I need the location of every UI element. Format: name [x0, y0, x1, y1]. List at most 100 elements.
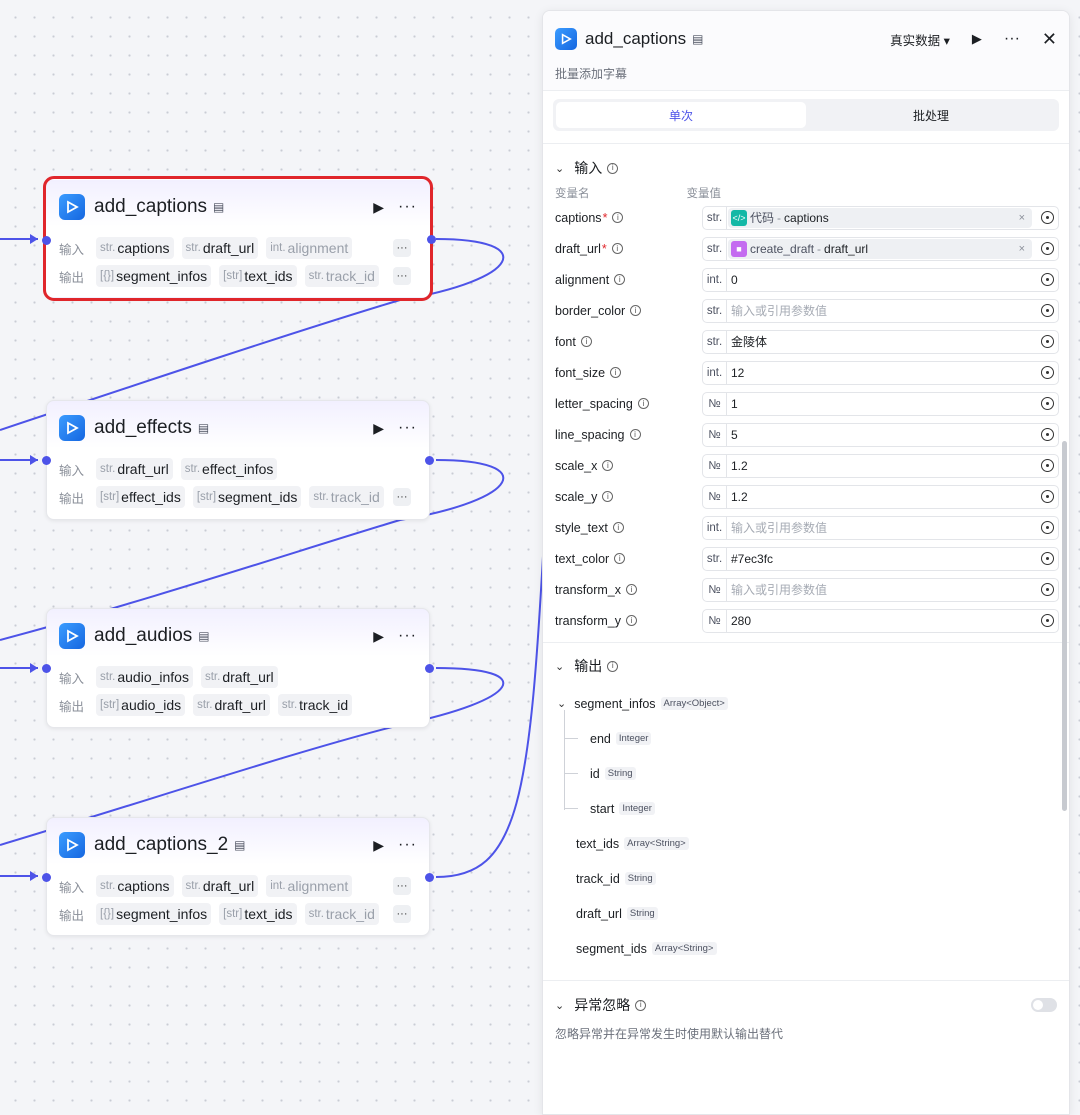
output-section-header[interactable]: ⌄ 输出 i — [543, 656, 1069, 676]
node-title: add_captions_2 — [94, 834, 229, 855]
node-add-audios[interactable]: add_audios ▤ ▶ ··· 输入 str. audio_infos st… — [42, 608, 434, 728]
clear-icon[interactable]: × — [1019, 212, 1029, 224]
run-icon[interactable]: ▶ — [373, 420, 384, 437]
variable-ref-icon[interactable] — [1036, 397, 1058, 410]
run-icon[interactable]: ▶ — [972, 31, 982, 47]
param-type[interactable]: str. — [703, 547, 727, 570]
param-field[interactable]: int. 12 — [702, 360, 1059, 385]
variable-ref-icon[interactable] — [1036, 211, 1058, 224]
variable-ref-icon[interactable] — [1036, 521, 1058, 534]
variable-ref-icon[interactable] — [1036, 242, 1058, 255]
param-type[interactable]: № — [703, 454, 727, 477]
variable-ref-icon[interactable] — [1036, 552, 1058, 565]
more-icon[interactable]: ··· — [398, 836, 417, 854]
reference-chip[interactable]: </> 代码 - captions × — [728, 207, 1032, 228]
variable-ref-icon[interactable] — [1036, 366, 1058, 379]
output-chip: str. track_id — [277, 694, 353, 716]
param-field[interactable]: № 280 — [702, 608, 1059, 633]
row-more-button[interactable]: ··· — [393, 488, 411, 506]
chevron-down-icon[interactable]: ⌄ — [557, 697, 566, 710]
more-icon[interactable]: ··· — [398, 198, 417, 216]
reference-chip[interactable]: ■ create_draft - draft_url × — [728, 238, 1032, 259]
param-field[interactable]: str. 金陵体 — [702, 329, 1059, 354]
variable-ref-icon[interactable] — [1036, 304, 1058, 317]
param-type[interactable]: int. — [703, 361, 727, 384]
param-type[interactable]: № — [703, 485, 727, 508]
param-type[interactable]: № — [703, 423, 727, 446]
param-value-input[interactable]: 0 — [727, 273, 1036, 287]
param-value-input[interactable]: 5 — [727, 428, 1036, 442]
clear-icon[interactable]: × — [1019, 243, 1029, 255]
variable-ref-icon[interactable] — [1036, 490, 1058, 503]
param-field[interactable]: № 输入或引用参数值 — [702, 577, 1059, 602]
param-type[interactable]: str. — [703, 206, 727, 229]
param-name-text: scale_x — [555, 458, 598, 473]
param-value-input[interactable]: 12 — [727, 366, 1036, 380]
param-type[interactable]: str. — [703, 237, 727, 260]
run-icon[interactable]: ▶ — [373, 628, 384, 645]
param-name: letter_spacing i — [555, 397, 702, 411]
param-field[interactable]: str. #7ec3fc — [702, 546, 1059, 571]
row-more-button[interactable]: ··· — [393, 239, 411, 257]
output-item: segment_ids Array<String> — [543, 931, 1069, 966]
input-label: 输入 — [59, 671, 85, 686]
tab-batch[interactable]: 批处理 — [806, 102, 1056, 128]
row-more-button[interactable]: ··· — [393, 877, 411, 895]
param-value-input[interactable]: 1.2 — [727, 490, 1036, 504]
variable-ref-icon[interactable] — [1036, 614, 1058, 627]
input-chip: str. draft_url — [181, 237, 259, 259]
param-name-text: line_spacing — [555, 427, 625, 442]
node-add-captions[interactable]: add_captions ▤ ▶ ··· 输入 str. captions str… — [42, 176, 436, 301]
close-icon[interactable]: ✕ — [1042, 29, 1057, 50]
param-field[interactable]: int. 0 — [702, 267, 1059, 292]
param-value-input[interactable]: 输入或引用参数值 — [727, 581, 1036, 598]
scrollbar[interactable] — [1062, 441, 1067, 811]
row-more-button[interactable]: ··· — [393, 267, 411, 285]
param-type[interactable]: str. — [703, 330, 727, 353]
plugin-logo-icon — [59, 415, 85, 441]
variable-ref-icon[interactable] — [1036, 335, 1058, 348]
more-icon[interactable]: ··· — [1004, 30, 1020, 48]
run-icon[interactable]: ▶ — [373, 837, 384, 854]
param-value-input[interactable]: 1 — [727, 397, 1036, 411]
output-chip: [{}] segment_infos — [96, 265, 212, 287]
row-more-button[interactable]: ··· — [393, 905, 411, 923]
node-add-captions-2[interactable]: add_captions_2 ▤ ▶ ··· 输入 str. captions s… — [42, 817, 434, 936]
param-type[interactable]: № — [703, 609, 727, 632]
param-value-input[interactable]: 输入或引用参数值 — [727, 302, 1036, 319]
param-field[interactable]: str. 输入或引用参数值 — [702, 298, 1059, 323]
variable-ref-icon[interactable] — [1036, 273, 1058, 286]
variable-ref-icon[interactable] — [1036, 428, 1058, 441]
variable-ref-icon[interactable] — [1036, 459, 1058, 472]
param-field[interactable]: int. 输入或引用参数值 — [702, 515, 1059, 540]
error-section-header[interactable]: ⌄ 异常忽略 i — [543, 995, 1069, 1015]
run-icon[interactable]: ▶ — [373, 199, 384, 216]
param-type[interactable]: int. — [703, 516, 727, 539]
param-field[interactable]: str. ■ create_draft - draft_url × — [702, 236, 1059, 261]
param-field[interactable]: № 1.2 — [702, 453, 1059, 478]
param-value-input[interactable]: 1.2 — [727, 459, 1036, 473]
param-value-input[interactable]: 金陵体 — [727, 333, 1036, 350]
node-input-row: 输入 str. captions str. draft_url int. alignm… — [47, 872, 429, 900]
tab-single[interactable]: 单次 — [556, 102, 806, 128]
more-icon[interactable]: ··· — [398, 627, 417, 645]
param-field[interactable]: № 5 — [702, 422, 1059, 447]
param-type[interactable]: № — [703, 578, 727, 601]
param-type[interactable]: № — [703, 392, 727, 415]
param-field[interactable]: № 1 — [702, 391, 1059, 416]
param-field[interactable]: str. </> 代码 - captions × — [702, 205, 1059, 230]
param-value-input[interactable]: #7ec3fc — [727, 552, 1036, 566]
variable-ref-icon[interactable] — [1036, 583, 1058, 596]
param-value-input[interactable]: 280 — [727, 614, 1036, 628]
node-add-effects[interactable]: add_effects ▤ ▶ ··· 输入 str. draft_url str… — [42, 400, 434, 520]
input-section-header[interactable]: ⌄ 输入 i — [543, 158, 1069, 178]
param-field[interactable]: № 1.2 — [702, 484, 1059, 509]
ref-node-name: create_draft — [750, 241, 815, 256]
error-ignore-toggle[interactable] — [1031, 998, 1057, 1012]
param-type[interactable]: int. — [703, 268, 727, 291]
more-icon[interactable]: ··· — [398, 419, 417, 437]
param-type[interactable]: str. — [703, 299, 727, 322]
param-row-letter_spacing: letter_spacing i № 1 — [543, 388, 1069, 419]
param-value-input[interactable]: 输入或引用参数值 — [727, 519, 1036, 536]
data-mode-select[interactable]: 真实数据 ▾ — [890, 30, 950, 49]
